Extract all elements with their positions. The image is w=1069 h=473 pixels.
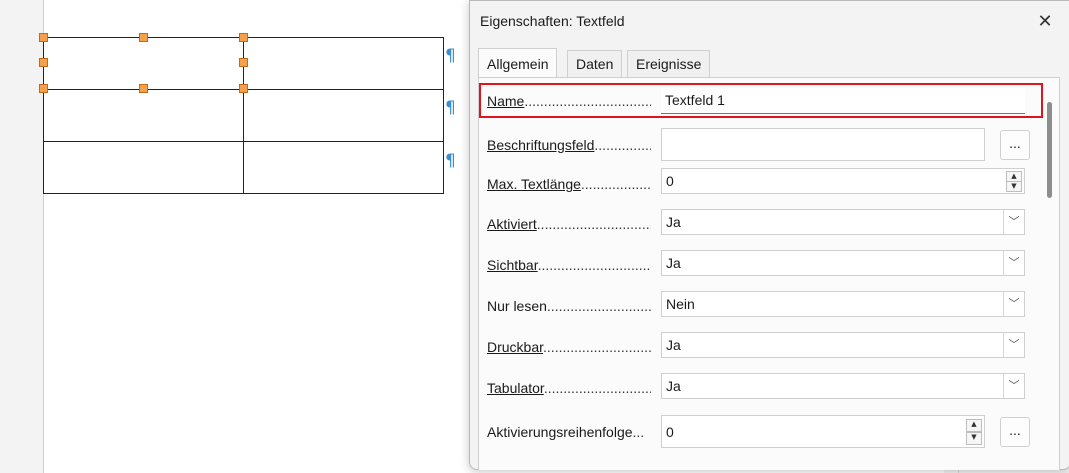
nur-lesen-label-text: Nur lesen <box>487 298 547 314</box>
spin-down-icon[interactable]: ▼ <box>966 432 982 445</box>
aktivierungsreihenfolge-value: 0 <box>666 424 674 440</box>
aktiviert-value: Ja <box>666 214 681 230</box>
sichtbar-select[interactable]: Ja ﹀ <box>661 250 1025 276</box>
name-label-text: Name <box>487 93 525 109</box>
table-cell[interactable] <box>43 141 244 194</box>
tab-daten[interactable]: Daten <box>567 50 623 77</box>
aktiviert-label-text: Aktiviert <box>487 216 537 232</box>
label-dots: ................... <box>594 137 651 153</box>
spin-buttons: ▲ ▼ <box>966 419 982 445</box>
chevron-down-icon[interactable]: ﹀ <box>1003 333 1024 357</box>
label-dots: ...................................... <box>536 216 651 232</box>
spin-down-icon[interactable]: ▼ <box>1006 181 1022 192</box>
table-cell[interactable] <box>43 37 244 90</box>
paragraph-mark: ¶ <box>445 98 456 118</box>
chevron-down-icon[interactable]: ﹀ <box>1003 292 1024 316</box>
table-cell[interactable] <box>243 141 444 194</box>
selection-handle[interactable] <box>139 33 148 42</box>
nur-lesen-select[interactable]: Nein ﹀ <box>661 291 1025 317</box>
tab-ereignisse[interactable]: Ereignisse <box>627 50 711 77</box>
nur-lesen-value: Nein <box>666 296 695 312</box>
aktiviert-select[interactable]: Ja ﹀ <box>661 209 1025 235</box>
paragraph-mark: ¶ <box>445 46 456 66</box>
beschriftungsfeld-browse-button[interactable]: ... <box>1000 130 1030 160</box>
max-textlaenge-label-text: Max. Textlänge <box>487 176 581 192</box>
max-textlaenge-label: Max. Textlänge....................... <box>487 176 651 192</box>
label-dots: ... <box>632 424 645 440</box>
label-dots: ....................................... <box>537 257 651 273</box>
properties-dialog: Eigenschaften: Textfeld ✕ Allgemein Date… <box>469 0 1069 470</box>
label-dots: .................................. <box>546 298 651 314</box>
name-label: Name....................................… <box>487 93 651 109</box>
beschriftungsfeld-label: Beschriftungsfeld................... <box>487 137 651 153</box>
max-textlaenge-value: 0 <box>666 173 674 189</box>
druckbar-value: Ja <box>666 337 681 353</box>
table-cell[interactable] <box>243 37 444 90</box>
name-input[interactable]: Textfeld 1 <box>661 88 1025 114</box>
druckbar-label: Druckbar................................… <box>487 339 651 355</box>
tabulator-value: Ja <box>666 378 681 394</box>
dialog-title: Eigenschaften: Textfeld <box>480 13 625 29</box>
beschriftungsfeld-input[interactable] <box>661 128 985 161</box>
table-row <box>43 89 444 142</box>
beschriftungsfeld-label-text: Beschriftungsfeld <box>487 137 595 153</box>
selection-handle[interactable] <box>39 84 48 93</box>
label-dots: .................................. <box>543 380 651 396</box>
aktivierungsreihenfolge-label-text: Aktivierungsreihenfolge <box>487 424 633 440</box>
scrollbar-thumb[interactable] <box>1047 102 1052 198</box>
chevron-down-icon[interactable]: ﹀ <box>1003 251 1024 275</box>
name-value: Textfeld 1 <box>665 92 725 108</box>
chevron-down-icon[interactable]: ﹀ <box>1003 374 1024 398</box>
aktiviert-label: Aktiviert...............................… <box>487 216 651 232</box>
druckbar-label-text: Druckbar <box>487 339 544 355</box>
aktivierungsreihenfolge-spinbox[interactable]: 0 ▲ ▼ <box>661 415 985 448</box>
table-cell[interactable] <box>243 89 444 142</box>
sichtbar-value: Ja <box>666 255 681 271</box>
selection-handle[interactable] <box>239 33 248 42</box>
tabulator-label-text: Tabulator <box>487 380 544 396</box>
close-button[interactable]: ✕ <box>1032 9 1058 35</box>
nur-lesen-label: Nur lesen...............................… <box>487 298 651 314</box>
tabulator-select[interactable]: Ja ﹀ <box>661 373 1025 399</box>
label-dots: ....................... <box>580 176 651 192</box>
aktivierungsreihenfolge-label: Aktivierungsreihenfolge... <box>487 424 657 440</box>
label-dots: ........................................… <box>524 93 651 109</box>
max-textlaenge-spinbox[interactable]: 0 ▲ ▼ <box>661 168 1025 194</box>
label-dots: .................................... <box>543 339 651 355</box>
selection-handle[interactable] <box>239 58 248 67</box>
dialog-titlebar[interactable]: Eigenschaften: Textfeld ✕ <box>470 1 1069 43</box>
table-row <box>43 141 444 194</box>
tab-allgemein[interactable]: Allgemein <box>478 48 558 78</box>
chevron-down-icon[interactable]: ﹀ <box>1003 210 1024 234</box>
table-cell[interactable] <box>43 89 244 142</box>
close-icon: ✕ <box>1037 11 1053 32</box>
spin-up-icon[interactable]: ▲ <box>966 419 982 432</box>
selection-handle[interactable] <box>139 84 148 93</box>
paragraph-mark: ¶ <box>445 151 456 171</box>
sichtbar-label: Sichtbar................................… <box>487 257 651 273</box>
sichtbar-label-text: Sichtbar <box>487 257 538 273</box>
tabulator-label: Tabulator...............................… <box>487 380 651 396</box>
aktivierungsreihenfolge-button[interactable]: ... <box>1000 417 1030 447</box>
selection-handle[interactable] <box>39 33 48 42</box>
druckbar-select[interactable]: Ja ﹀ <box>661 332 1025 358</box>
selection-handle[interactable] <box>39 58 48 67</box>
spin-buttons: ▲ ▼ <box>1006 171 1022 192</box>
selection-handle[interactable] <box>239 84 248 93</box>
general-panel: Name....................................… <box>478 77 1060 470</box>
